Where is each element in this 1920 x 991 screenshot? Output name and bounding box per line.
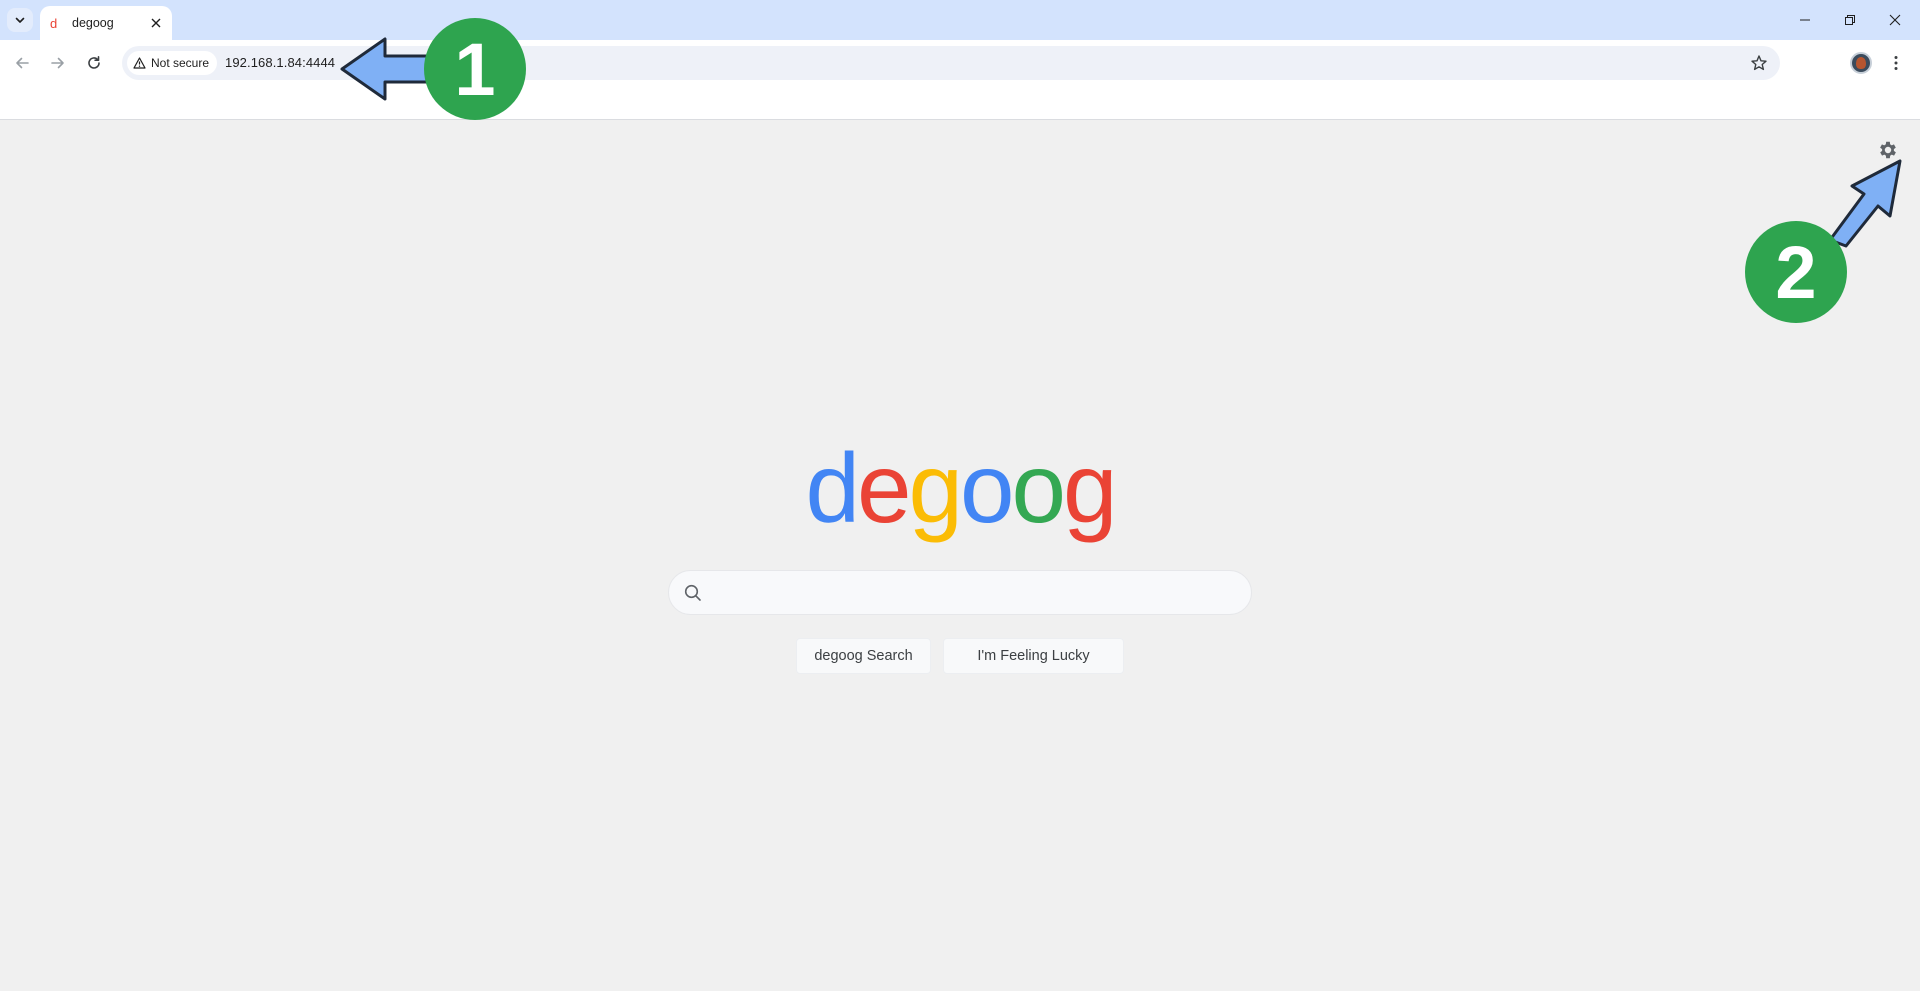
reload-button[interactable] (80, 49, 108, 77)
logo-letter: g (908, 433, 962, 543)
search-icon (684, 584, 701, 601)
back-button[interactable] (8, 49, 36, 77)
search-button[interactable]: degoog Search (796, 638, 931, 674)
toolbar-spacer (0, 86, 1920, 120)
logo-letter: g (1063, 433, 1117, 543)
logo-letter: d (805, 433, 859, 543)
annotation-callout-1: 1 (424, 18, 526, 120)
search-input[interactable] (713, 577, 1233, 609)
browser-toolbar: Not secure 192.168.1.84:4444 (0, 40, 1920, 86)
minimize-button[interactable] (1789, 8, 1821, 32)
close-icon (151, 18, 161, 28)
logo-letter: o (960, 433, 1014, 543)
restore-button[interactable] (1834, 8, 1866, 32)
tab-favicon: d (50, 15, 58, 31)
url-text[interactable]: 192.168.1.84:4444 (225, 55, 335, 70)
restore-icon (1845, 15, 1855, 25)
arrow-left-icon (16, 57, 29, 69)
browser-menu-button[interactable] (1888, 52, 1904, 74)
logo-letter: e (856, 433, 911, 543)
security-label: Not secure (151, 56, 210, 70)
tab-search-button[interactable] (7, 8, 33, 32)
close-icon (1889, 14, 1901, 26)
reload-icon (88, 56, 100, 69)
profile-avatar[interactable] (1850, 52, 1872, 74)
arrow-right-icon (51, 57, 64, 69)
tab-close-button[interactable] (148, 15, 164, 31)
chevron-down-icon (15, 17, 25, 23)
logo-letter: o (1011, 433, 1066, 543)
annotation-callout-2: 2 (1745, 221, 1847, 323)
forward-button[interactable] (44, 49, 72, 77)
star-icon[interactable] (1750, 54, 1768, 72)
degoog-logo: degoog (0, 439, 1920, 537)
tab-strip: d degoog (0, 0, 1920, 40)
annotation-arrow-1 (340, 37, 436, 101)
close-window-button[interactable] (1879, 8, 1911, 32)
kebab-menu-icon (1894, 56, 1898, 70)
page-content: degoog degoog Search I'm Feeling Lucky (0, 121, 1920, 991)
search-box[interactable] (668, 570, 1252, 615)
avatar-image (1856, 57, 1866, 69)
tab-title: degoog (72, 16, 114, 30)
feeling-lucky-button[interactable]: I'm Feeling Lucky (943, 638, 1124, 674)
warning-triangle-icon (133, 57, 146, 69)
browser-tab[interactable]: d degoog (40, 6, 172, 40)
security-indicator[interactable]: Not secure (127, 51, 218, 75)
minimize-icon (1800, 19, 1810, 21)
